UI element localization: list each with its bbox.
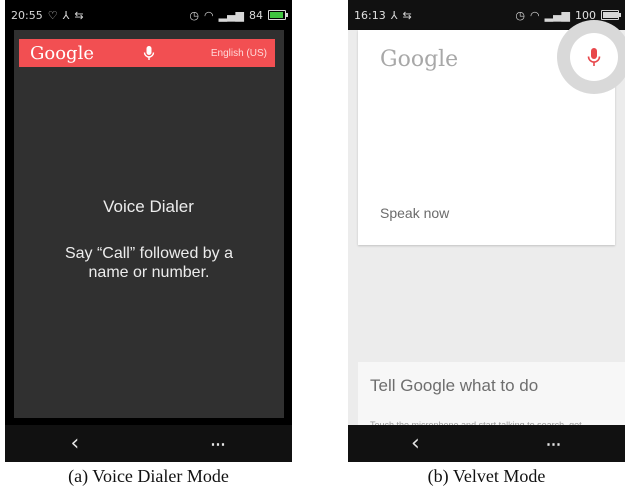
status-time: 20:55	[11, 8, 43, 22]
usb-icon: ⅄	[390, 8, 398, 22]
usb-connection-icon: ⇆	[402, 8, 412, 22]
battery-percentage: 84	[249, 8, 263, 22]
microphone-icon[interactable]	[140, 44, 158, 62]
wifi-icon: ◠	[530, 8, 540, 22]
caption-voice-dialer: (a) Voice Dialer Mode	[68, 466, 229, 486]
battery-icon	[268, 10, 288, 20]
more-options-icon[interactable]: ⋯	[546, 435, 562, 453]
signal-icon: ▂▄▆	[218, 8, 244, 22]
chevron-left-icon[interactable]: ‹	[411, 431, 420, 456]
navigation-bar: ‹ ⋯	[5, 425, 292, 462]
phone-screenshot-voice-dialer: 20:55 ♡ ⅄ ⇆ ◷ ◠ ▂▄▆ 84 Google English (U…	[5, 0, 292, 462]
google-search-bar[interactable]: Google English (US)	[19, 39, 275, 67]
battery-icon	[601, 10, 621, 20]
voice-dialer-title: Voice Dialer	[103, 197, 194, 216]
microphone-button[interactable]	[557, 20, 625, 94]
status-time: 16:13	[354, 8, 386, 22]
alarm-icon: ◷	[189, 8, 199, 22]
google-logo: Google	[30, 42, 94, 64]
chevron-left-icon[interactable]: ‹	[71, 431, 80, 456]
tell-google-heading: Tell Google what to do	[370, 376, 539, 395]
google-logo: Google	[380, 47, 459, 72]
shield-icon: ♡	[47, 8, 58, 22]
signal-icon: ▂▄▆	[544, 8, 570, 22]
wifi-icon: ◠	[204, 8, 214, 22]
voice-dialer-instruction: Say “Call” followed by a name or number.	[64, 245, 234, 281]
usb-connection-icon: ⇆	[74, 8, 84, 22]
language-selector[interactable]: English (US)	[211, 48, 267, 59]
alarm-icon: ◷	[515, 8, 525, 22]
microphone-icon	[587, 48, 601, 66]
status-bar: 20:55 ♡ ⅄ ⇆ ◷ ◠ ▂▄▆ 84	[5, 0, 292, 30]
usb-icon: ⅄	[62, 8, 70, 22]
dialer-screen	[14, 30, 284, 418]
caption-velvet: (b) Velvet Mode	[427, 466, 546, 486]
more-options-icon[interactable]: ⋯	[210, 435, 226, 453]
phone-screenshot-velvet: 16:13 ⅄ ⇆ ◷ ◠ ▂▄▆ 100 Google Speak now T…	[348, 0, 625, 462]
speak-now-prompt: Speak now	[380, 205, 450, 221]
navigation-bar: ‹ ⋯	[348, 425, 625, 462]
